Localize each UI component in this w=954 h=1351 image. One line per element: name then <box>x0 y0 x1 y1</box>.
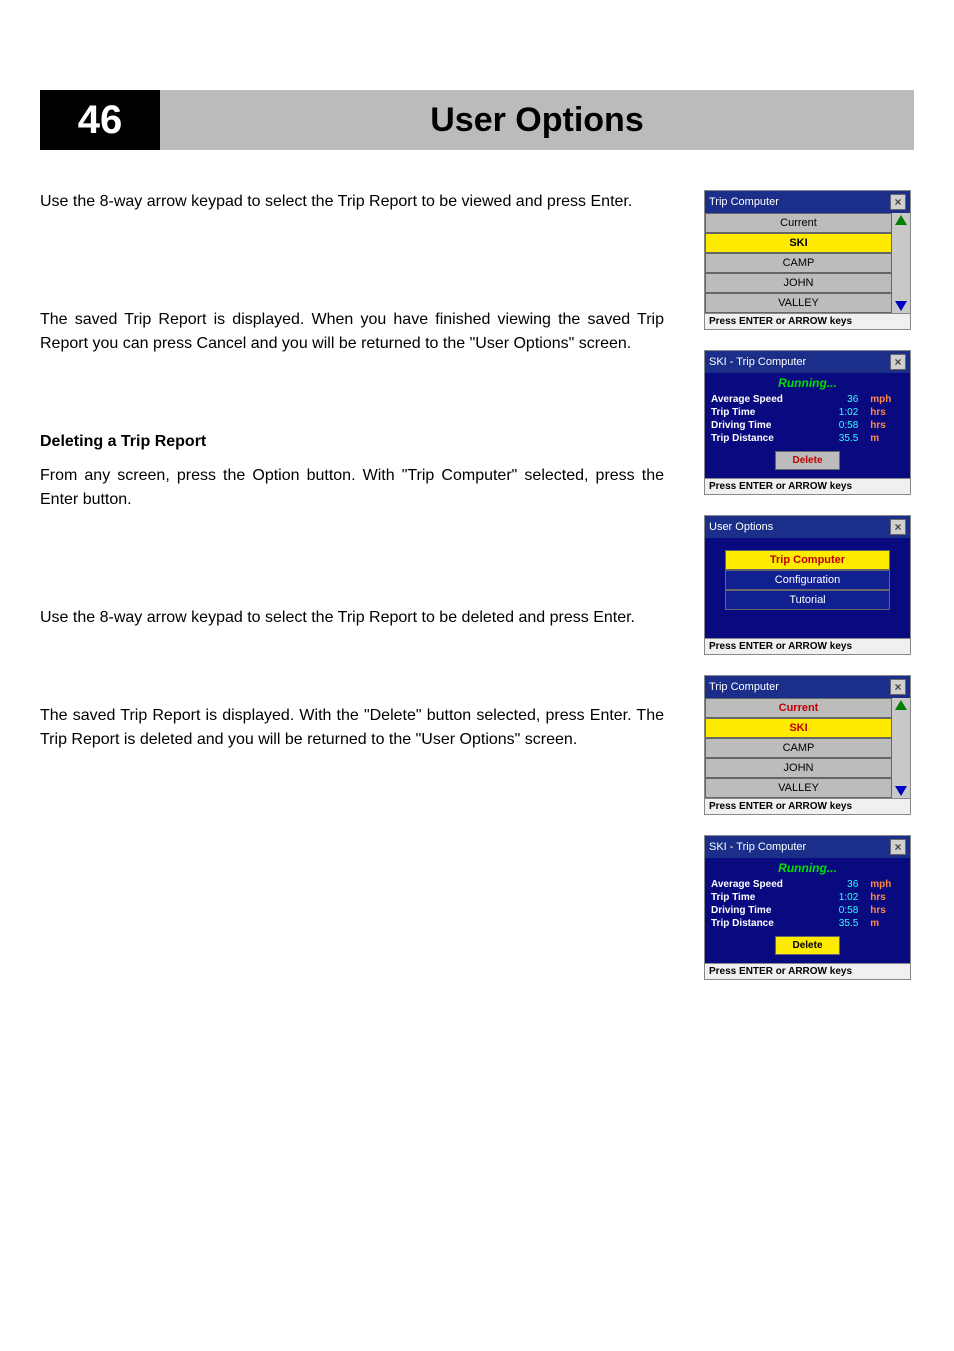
menu-item[interactable]: Tutorial <box>725 590 890 610</box>
close-icon[interactable]: × <box>890 194 906 210</box>
window-title: SKI - Trip Computer <box>709 356 890 368</box>
menu-item-selected[interactable]: Trip Computer <box>725 550 890 570</box>
menu-item[interactable]: Configuration <box>725 570 890 590</box>
paragraph-4: Use the 8-way arrow keypad to select the… <box>40 606 664 630</box>
list-item[interactable]: CAMP <box>705 253 892 273</box>
footer-hint: Press ENTER or ARROW keys <box>705 963 910 979</box>
stats-table: Average Speed36mph Trip Time1:02hrs Driv… <box>705 878 910 930</box>
paragraph-3: From any screen, press the Option button… <box>40 464 664 512</box>
paragraph-1: Use the 8-way arrow keypad to select the… <box>40 190 664 214</box>
screenshot-trip-detail-1: SKI - Trip Computer × Running... Average… <box>704 350 911 495</box>
screenshots-column: Trip Computer × Current SKI CAMP JOHN VA… <box>704 190 914 980</box>
close-icon[interactable]: × <box>890 519 906 535</box>
window-title: Trip Computer <box>709 196 890 208</box>
list-item[interactable]: JOHN <box>705 758 892 778</box>
scrollbar[interactable] <box>892 698 910 798</box>
list-item-selected[interactable]: SKI <box>705 718 892 738</box>
screenshot-trip-list-1: Trip Computer × Current SKI CAMP JOHN VA… <box>704 190 911 330</box>
delete-button-selected[interactable]: Delete <box>775 936 839 955</box>
status-text: Running... <box>705 373 910 393</box>
list-item[interactable]: CAMP <box>705 738 892 758</box>
delete-button[interactable]: Delete <box>775 451 839 470</box>
list-item[interactable]: Current <box>705 698 892 718</box>
list-item[interactable]: Current <box>705 213 892 233</box>
screenshot-trip-list-2: Trip Computer × Current SKI CAMP JOHN VA… <box>704 675 911 815</box>
list-item[interactable]: JOHN <box>705 273 892 293</box>
screenshot-trip-detail-2: SKI - Trip Computer × Running... Average… <box>704 835 911 980</box>
body-text-column: Use the 8-way arrow keypad to select the… <box>40 190 664 980</box>
section-heading: Deleting a Trip Report <box>40 430 664 454</box>
footer-hint: Press ENTER or ARROW keys <box>705 798 910 814</box>
paragraph-2: The saved Trip Report is displayed. When… <box>40 308 664 356</box>
footer-hint: Press ENTER or ARROW keys <box>705 478 910 494</box>
close-icon[interactable]: × <box>890 354 906 370</box>
footer-hint: Press ENTER or ARROW keys <box>705 638 910 654</box>
close-icon[interactable]: × <box>890 679 906 695</box>
list-item[interactable]: VALLEY <box>705 293 892 313</box>
footer-hint: Press ENTER or ARROW keys <box>705 313 910 329</box>
page-header: 46 User Options <box>40 90 914 150</box>
scrollbar[interactable] <box>892 213 910 313</box>
status-text: Running... <box>705 858 910 878</box>
stats-table: Average Speed36mph Trip Time1:02hrs Driv… <box>705 393 910 445</box>
window-title: User Options <box>709 521 890 533</box>
list-item-selected[interactable]: SKI <box>705 233 892 253</box>
paragraph-5: The saved Trip Report is displayed. With… <box>40 704 664 752</box>
scroll-up-icon[interactable] <box>895 215 907 225</box>
close-icon[interactable]: × <box>890 839 906 855</box>
page-title: User Options <box>160 90 914 150</box>
window-title: Trip Computer <box>709 681 890 693</box>
page-number: 46 <box>40 90 160 150</box>
window-title: SKI - Trip Computer <box>709 841 890 853</box>
list-item[interactable]: VALLEY <box>705 778 892 798</box>
scroll-up-icon[interactable] <box>895 700 907 710</box>
scroll-down-icon[interactable] <box>895 301 907 311</box>
scroll-down-icon[interactable] <box>895 786 907 796</box>
screenshot-user-options: User Options × Trip Computer Configurati… <box>704 515 911 655</box>
